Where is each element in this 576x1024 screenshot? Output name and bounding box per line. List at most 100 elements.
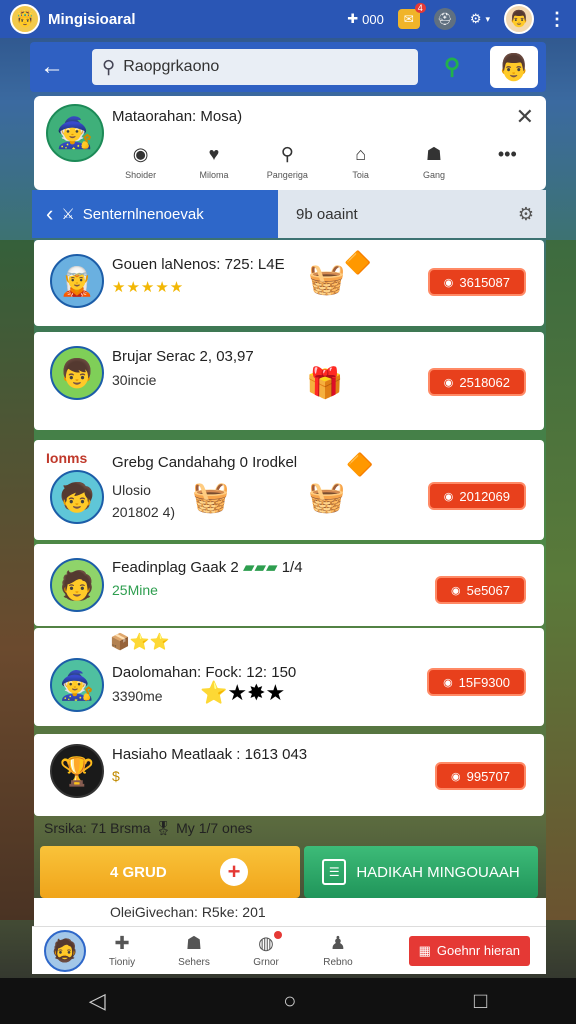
price-button[interactable]: ◉ 2518062 <box>427 368 526 396</box>
row-subtitle: Ulosio <box>112 482 151 498</box>
swords-icon: ⚔ <box>61 206 75 223</box>
corner-badge: Ionms <box>46 450 88 466</box>
nav-item-grnor[interactable]: ◍ Grnor <box>230 931 302 968</box>
list-item[interactable]: 🧝 Gouen laNenos: 725: L4E ★★★★★ 🧺 🔶 ◉ 36… <box>34 240 544 326</box>
price-label: 2012069 <box>459 488 510 504</box>
row-subtitle: 30incie <box>112 372 157 388</box>
top-bar: 🤴 Mingisioaral ✚ 000 ✉ 4 ⛑ ⚙ ▾ 👨 ⋮ <box>0 0 576 38</box>
profile-avatar[interactable]: 👨 <box>504 4 534 34</box>
search-icon: ⚲ <box>102 56 116 77</box>
more-tabs[interactable]: ••• <box>471 144 544 180</box>
chevron-left-icon: ‹ <box>46 201 54 226</box>
coin-icon: ◉ <box>443 676 453 689</box>
user-icon: ☗ <box>185 933 203 953</box>
puzzle-icon: ✚ <box>347 11 359 26</box>
row-title: Brujar Serac 2, 03,97 <box>112 348 254 365</box>
price-button[interactable]: ◉ 5e5067 <box>435 576 526 604</box>
list-item[interactable]: 👦 Brujar Serac 2, 03,97 30incie 🎁 ◉ 2518… <box>34 332 544 430</box>
user-avatar[interactable]: 🤴 <box>10 4 40 34</box>
price-label: 3615087 <box>459 274 510 290</box>
gem-icon: 🔶 <box>344 250 372 275</box>
filter-secondary-label: 9b oaaint <box>296 205 358 223</box>
count-label: 000 <box>362 11 384 27</box>
profile-card-name: Mataorahan: Mosa) <box>112 108 243 125</box>
search-icon: ⚲ <box>280 144 294 164</box>
nav-label: Sehers <box>178 957 210 968</box>
red-action-button[interactable]: ▦ Goehnr hieran <box>408 935 530 966</box>
top-icons: ✚ 000 ✉ 4 ⛑ ⚙ ▾ 👨 ⋮ <box>347 3 566 34</box>
red-action-label: Goehnr hieran <box>436 943 520 958</box>
partial-row-text: OleiGivechan: R5ke: 201 <box>110 904 266 920</box>
app-title: Mingisioaral <box>48 10 136 28</box>
search-go-icon: ⚲ <box>443 54 461 79</box>
green-action-label: HADIKAH MINGOUAAH <box>356 863 520 881</box>
avatar: 🧒 <box>50 470 104 524</box>
add-group-button[interactable]: 4 GRUD + <box>40 846 300 898</box>
avatar: 👦 <box>50 346 104 400</box>
row-title-extra: 1/4 <box>281 559 303 576</box>
helmet-icon: ⛑ <box>433 8 456 30</box>
star-rewards-icon: 📦⭐⭐ <box>110 634 170 651</box>
close-icon[interactable]: ✕ <box>516 104 534 130</box>
tab-miloma[interactable]: ♥ Miloma <box>177 144 250 180</box>
settings-button[interactable]: ⚙ ▾ <box>470 11 490 27</box>
home-circle-icon[interactable]: ○ <box>283 988 296 1014</box>
nav-item-sehers[interactable]: ☗ Sehers <box>158 933 230 968</box>
search-input[interactable] <box>123 58 384 76</box>
price-button[interactable]: ◉ 3615087 <box>427 268 526 296</box>
back-triangle-icon[interactable]: ◁ <box>89 988 106 1014</box>
power-icon: ◉ <box>132 144 149 164</box>
background-scenery-right <box>546 240 576 920</box>
notifications-button[interactable]: ✉ 4 <box>397 3 426 29</box>
back-arrow-icon[interactable]: ← <box>30 53 74 81</box>
partial-list-item[interactable]: OleiGivechan: R5ke: 201 <box>34 898 546 928</box>
green-action-button[interactable]: ☰ HADIKAH MINGOUAAH <box>304 846 538 898</box>
list-item[interactable]: 🧙 📦⭐⭐ Daolomahan: Fock: 12: 150 3390me ⭐… <box>34 628 544 726</box>
profile-card-avatar[interactable]: 🧙 <box>46 104 104 162</box>
gear-icon[interactable]: ⚙ <box>518 204 534 225</box>
row-subtitle: 25Mine <box>112 582 158 598</box>
nav-avatar[interactable]: 🧔 <box>44 929 86 972</box>
nav-label: Tioniy <box>108 957 136 968</box>
list-item[interactable]: 🏆 Hasiaho Meatlaak : 1613 043 $ ◉ 995707 <box>34 734 544 816</box>
price-button[interactable]: ◉ 2012069 <box>427 482 526 510</box>
search-button[interactable]: ⚲ <box>432 49 472 85</box>
stars-cluster-icon: ⭐★✸★ <box>200 680 286 705</box>
profile-button[interactable]: 👨 <box>490 46 538 88</box>
star-rating: ★★★★★ <box>112 279 185 296</box>
background-scenery-left <box>0 240 34 920</box>
price-button[interactable]: ◉ 15F9300 <box>427 668 526 696</box>
add-group-label: 4 GRUD <box>110 863 167 881</box>
count-indicator[interactable]: ✚ 000 <box>347 11 384 27</box>
tab-toia[interactable]: ⌂ Toia <box>324 144 397 180</box>
recents-square-icon[interactable]: □ <box>474 988 487 1014</box>
filter-dropdown[interactable]: ‹ ⚔ Senternlnenoevak <box>32 190 278 238</box>
filter-tab-secondary[interactable]: 9b oaaint ⚙ <box>278 190 546 238</box>
tab-gang[interactable]: ☗ Gang <box>397 144 470 180</box>
row-title: Hasiaho Meatlaak : 1613 043 <box>112 746 308 763</box>
plus-icon: + <box>220 858 248 886</box>
nav-item-rebno[interactable]: ♟ Rebno <box>302 933 374 968</box>
search-box[interactable]: ⚲ <box>92 49 418 85</box>
tab-shoider[interactable]: ◉ Shoider <box>104 144 177 180</box>
tab-label: Shoider <box>125 170 157 180</box>
basket-icon: 🧺 <box>308 263 346 296</box>
gear-icon: ⚙ <box>469 11 482 26</box>
coin-icon: ◉ <box>451 770 461 783</box>
helmet-button[interactable]: ⛑ <box>433 8 456 30</box>
puzzle-icon: ✚ <box>114 933 130 953</box>
tab-pangeriga[interactable]: ⚲ Pangeriga <box>251 144 324 180</box>
row-title: Gouen laNenos: 725: L4E <box>112 256 285 273</box>
nav-label: Grnor <box>253 957 279 968</box>
nav-item-tioniy[interactable]: ✚ Tioniy <box>86 933 158 968</box>
row-subtitle-2: 201802 4) <box>112 504 176 520</box>
tab-label: Toia <box>352 170 369 180</box>
list-item[interactable]: Ionms 🧒 Grebg Candahahg 0 Irodkel Ulosio… <box>34 440 544 540</box>
list-item[interactable]: 🧑 Feadinplag Gaak 2 ▰▰▰ 1/4 25Mine ◉ 5e5… <box>34 544 544 626</box>
more-menu-icon[interactable]: ⋮ <box>548 9 566 30</box>
system-nav-bar: ◁ ○ □ <box>0 978 576 1024</box>
price-button[interactable]: ◉ 995707 <box>435 762 526 790</box>
gift-icon: ▦ <box>418 942 431 958</box>
document-icon: ☰ <box>322 859 347 885</box>
summary-line: Srsika: 71 Brsma 🎖 My 1/7 ones <box>44 820 253 836</box>
